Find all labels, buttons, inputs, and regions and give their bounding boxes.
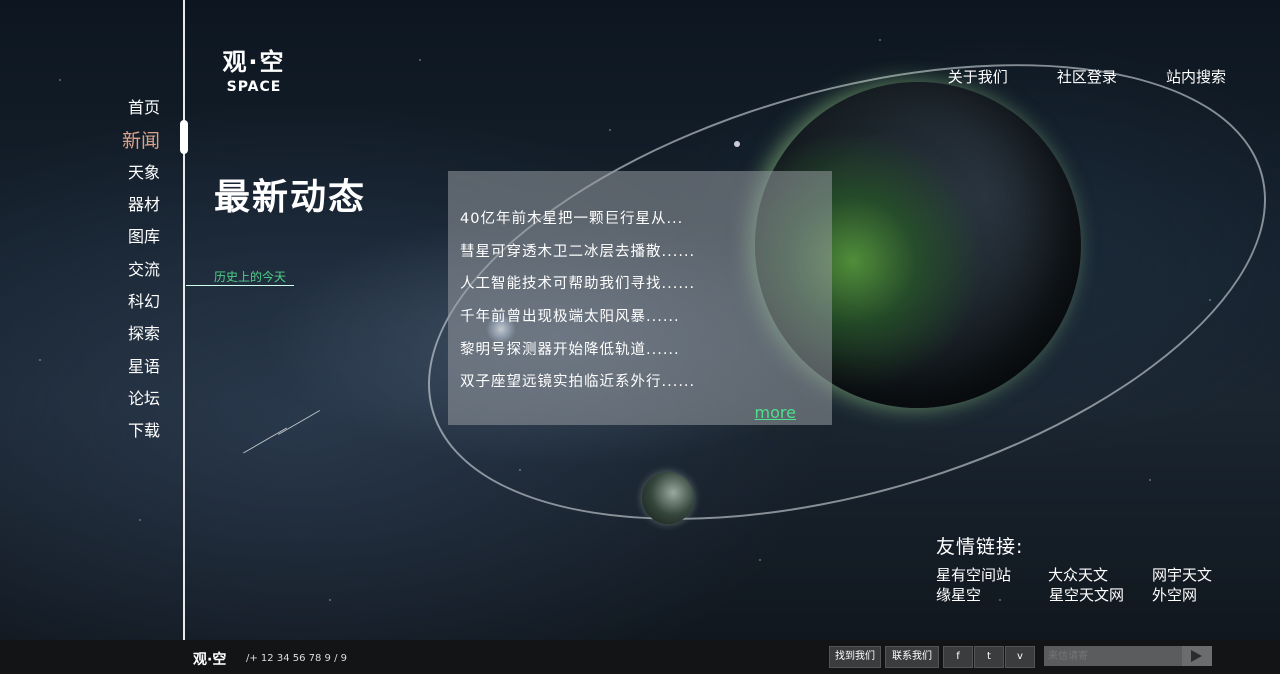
nav-rail-indicator [180, 120, 188, 154]
friend-links: 友情链接: 星有空间站 大众天文 网宇天文 缘星空 星空天文网 外空网 [936, 532, 1212, 604]
top-nav: 关于我们 社区登录 站内搜索 [904, 66, 1226, 87]
mail-input[interactable] [1044, 646, 1182, 666]
more-link[interactable]: more [755, 403, 796, 422]
news-item[interactable]: 彗星可穿透木卫二冰层去播散...... [460, 240, 695, 261]
site-logo[interactable]: 观·空 SPACE [214, 42, 294, 95]
footer-bar: 观·空 /+ 12 34 56 78 9 / 9 找到我们 联系我们 f t v [0, 640, 1280, 674]
news-panel: 40亿年前木星把一颗巨行星从... 彗星可穿透木卫二冰层去播散...... 人工… [448, 171, 832, 425]
logo-en: SPACE [226, 79, 282, 95]
nav-item-download[interactable]: 下载 [128, 417, 160, 441]
meteor-streak [277, 410, 321, 435]
site-search-link[interactable]: 站内搜索 [1166, 68, 1226, 86]
nav-item-words[interactable]: 星语 [128, 353, 160, 377]
friend-link[interactable]: 网宇天文 [1152, 564, 1212, 585]
news-item[interactable]: 双子座望远镜实拍临近系外行...... [460, 370, 695, 391]
nav-item-explore[interactable]: 探索 [128, 320, 160, 344]
friend-link[interactable]: 星空天文网 [1049, 584, 1124, 605]
about-us-link[interactable]: 关于我们 [948, 68, 1008, 86]
nav-item-gallery[interactable]: 图库 [128, 223, 160, 247]
nav-item-sky[interactable]: 天象 [128, 159, 160, 183]
contact-us-button[interactable]: 联系我们 [885, 646, 939, 668]
history-underline [186, 285, 294, 286]
nav-rail [183, 0, 185, 640]
small-planet-image [642, 472, 694, 524]
footer-phone: /+ 12 34 56 78 9 / 9 [246, 653, 347, 664]
nav-item-gear[interactable]: 器材 [128, 191, 160, 215]
friend-link[interactable]: 大众天文 [1048, 564, 1108, 585]
friend-link[interactable]: 外空网 [1152, 584, 1197, 605]
facebook-button[interactable]: f [943, 646, 973, 668]
news-item[interactable]: 黎明号探测器开始降低轨道...... [460, 338, 680, 359]
news-item[interactable]: 人工智能技术可帮助我们寻找...... [460, 272, 695, 293]
nav-item-chat[interactable]: 交流 [128, 256, 160, 280]
news-item[interactable]: 40亿年前木星把一颗巨行星从... [460, 207, 683, 228]
twitter-button[interactable]: t [974, 646, 1004, 668]
friend-link[interactable]: 缘星空 [936, 584, 981, 605]
history-today-link[interactable]: 历史上的今天 [214, 268, 286, 285]
page-title: 最新动态 [214, 177, 367, 218]
send-button[interactable] [1182, 646, 1212, 666]
community-login-link[interactable]: 社区登录 [1057, 68, 1117, 86]
logo-cn: 观·空 [222, 48, 286, 76]
moon-image [734, 141, 740, 147]
nav-item-news[interactable]: 新闻 [122, 126, 160, 153]
vimeo-button[interactable]: v [1005, 646, 1035, 668]
nav-item-scifi[interactable]: 科幻 [128, 288, 160, 312]
find-us-button[interactable]: 找到我们 [829, 646, 881, 668]
nav-item-forum[interactable]: 论坛 [128, 385, 160, 409]
friend-links-title: 友情链接: [936, 536, 1024, 558]
footer-logo[interactable]: 观·空 [193, 649, 226, 669]
friend-link[interactable]: 星有空间站 [936, 564, 1011, 585]
play-icon [1191, 650, 1202, 662]
nav-item-home[interactable]: 首页 [128, 94, 160, 118]
news-item[interactable]: 千年前曾出现极端太阳风暴...... [460, 305, 680, 326]
